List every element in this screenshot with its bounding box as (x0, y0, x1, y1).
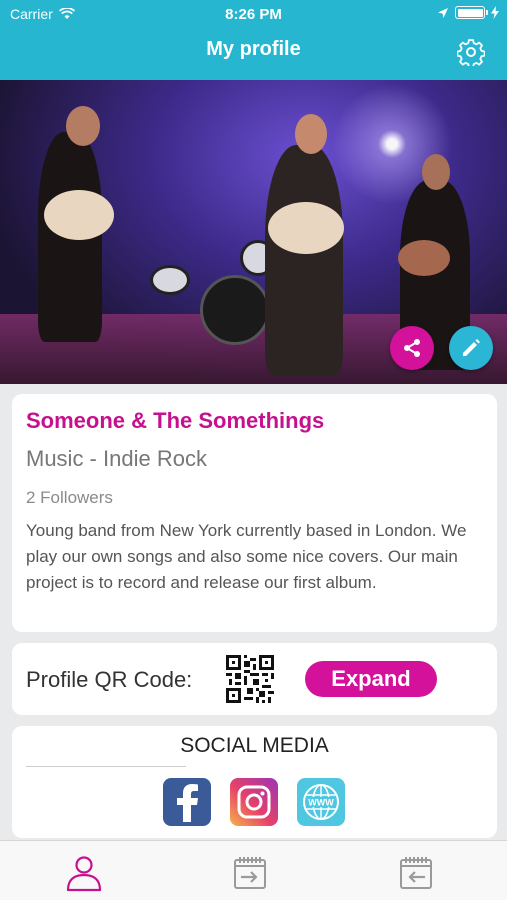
tab-calendar-out[interactable] (396, 853, 436, 893)
band-name: Someone & The Somethings (26, 408, 325, 433)
drum-kick (200, 275, 270, 345)
social-media-title: SOCIAL MEDIA (180, 734, 329, 757)
profile-info-card: Someone & The Somethings Music - Indie R… (12, 394, 497, 632)
followers-count[interactable]: 2 Followers (26, 488, 483, 508)
social-media-card: SOCIAL MEDIA WWW (12, 726, 497, 838)
battery-icon (455, 6, 488, 19)
charging-bolt-icon (491, 6, 499, 19)
bio: Young band from New York currently based… (26, 521, 467, 592)
website-icon[interactable]: WWW (297, 778, 345, 826)
status-right (437, 6, 499, 19)
calendar-in-icon (234, 857, 266, 889)
musician-center-head (295, 114, 327, 154)
share-button[interactable] (390, 326, 434, 370)
qr-label: Profile QR Code: (26, 667, 193, 692)
clock: 8:26 PM (225, 6, 282, 23)
share-icon (404, 339, 420, 357)
qr-card: Profile QR Code: Expand (12, 643, 497, 715)
social-divider (26, 766, 186, 767)
edit-icon (463, 339, 480, 356)
tab-profile[interactable] (64, 853, 104, 893)
header: Carrier 8:26 PM My profile (0, 0, 507, 80)
status-bar: Carrier 8:26 PM (0, 0, 507, 28)
tab-calendar-in[interactable] (230, 853, 270, 893)
edit-button[interactable] (449, 326, 493, 370)
genre: Music - Indie Rock (26, 446, 207, 471)
drum-snare (150, 265, 190, 295)
guitar-left (44, 190, 114, 240)
profile-icon (66, 856, 102, 892)
guitar-center (268, 202, 344, 254)
qr-code-icon[interactable] (226, 655, 274, 703)
tab-bar (0, 840, 507, 900)
instagram-icon[interactable] (230, 778, 278, 826)
svg-text:WWW: WWW (308, 798, 334, 808)
location-arrow-icon (438, 7, 448, 18)
expand-button[interactable]: Expand (305, 661, 437, 697)
gear-icon[interactable] (457, 38, 485, 66)
musician-center (265, 145, 343, 375)
facebook-icon[interactable] (163, 778, 211, 826)
bass-right (398, 240, 450, 276)
calendar-out-icon (400, 857, 432, 889)
page-title: My profile (206, 38, 301, 60)
musician-right-head (422, 154, 450, 190)
musician-left-head (66, 106, 100, 146)
